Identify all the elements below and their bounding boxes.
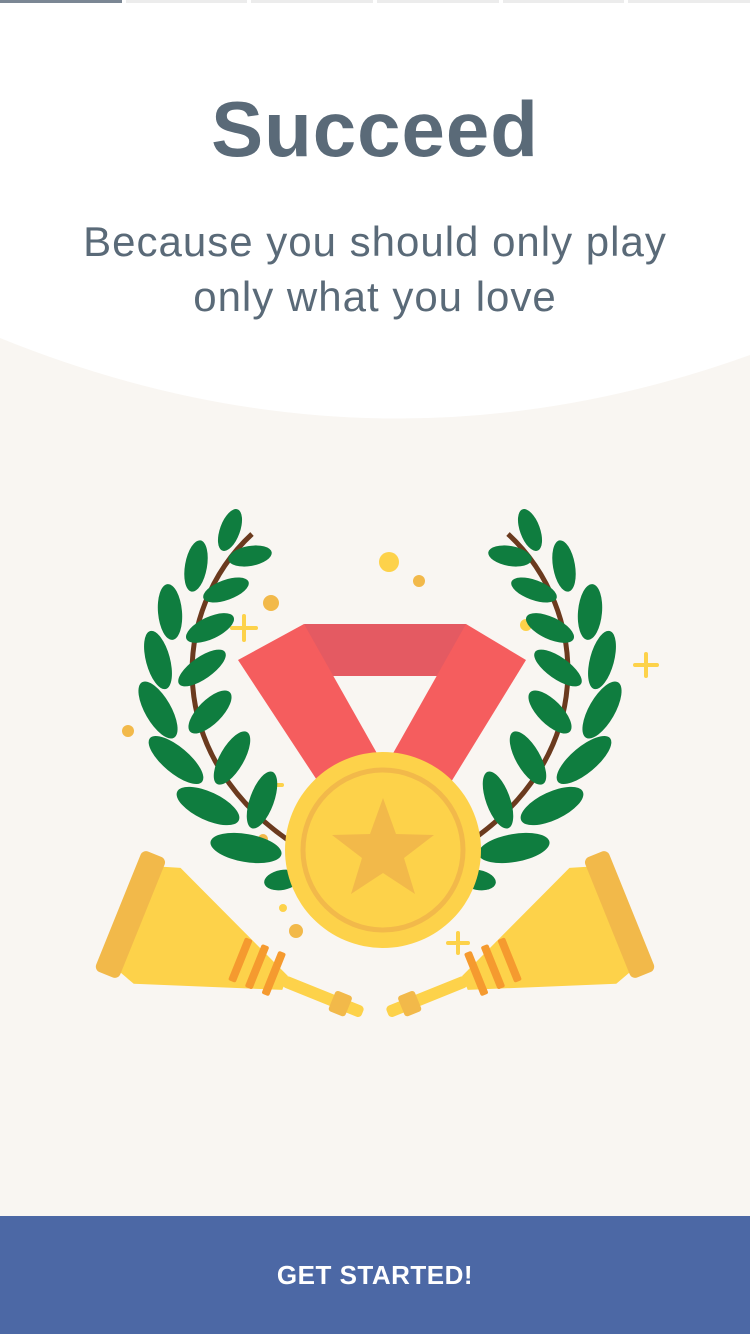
medal-illustration xyxy=(95,509,659,1017)
get-started-button[interactable]: GET STARTED! xyxy=(0,1216,750,1334)
page-indicator-step xyxy=(125,0,248,3)
page-indicator-step xyxy=(628,0,750,3)
page-indicator xyxy=(0,0,750,3)
page-indicator-step xyxy=(502,0,625,3)
page-indicator-step xyxy=(251,0,374,3)
page-subtitle: Because you should only play only what y… xyxy=(83,218,667,320)
page-indicator-step xyxy=(377,0,499,3)
gold-medal xyxy=(285,752,481,948)
page-indicator-step xyxy=(0,0,122,3)
page-title: Succeed xyxy=(211,85,539,173)
